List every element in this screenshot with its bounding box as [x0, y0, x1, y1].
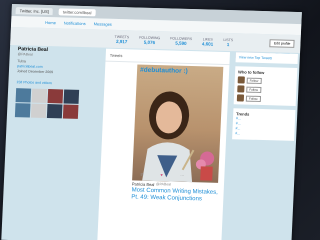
edit-profile-button[interactable]: Edit profile	[269, 39, 295, 48]
profile-joined: Joined December 2009	[16, 69, 54, 75]
nav-notifications[interactable]: Notifications	[64, 20, 86, 26]
stats-list: TWEETS 2,917 FOLLOWING 5,076 FOLLOWERS 5,59…	[114, 34, 234, 46]
stat-likes[interactable]: LIKES 4,601	[202, 37, 214, 46]
photo-thumbnails	[14, 88, 94, 119]
stat-following[interactable]: FOLLOWING 5,076	[139, 35, 160, 45]
timeline-tab-tweets[interactable]: Tweets	[110, 52, 123, 57]
avatar[interactable]	[236, 94, 245, 102]
photo-thumbnail[interactable]	[14, 103, 31, 118]
who-to-follow-panel: Who to follow Follow Follow Follow	[233, 66, 298, 106]
suggestion-row: Follow	[236, 94, 293, 103]
like-icon[interactable]: ♥	[160, 172, 163, 177]
timeline: Tweets #debutauthor :) ⇄ ♥ ⋯ Patricia Be…	[96, 48, 231, 240]
tweet-headline-link[interactable]: Most Common Writing Mistakes, Pt. 49: We…	[131, 187, 222, 204]
photo-thumbnail[interactable]	[47, 89, 64, 104]
photos-link[interactable]: 158 Photos and videos	[16, 80, 94, 86]
trend-item[interactable]: #...	[235, 131, 291, 138]
photo-thumbnail[interactable]	[31, 88, 48, 104]
stat-lists[interactable]: LISTS 1	[223, 37, 233, 46]
photo-thumbnail[interactable]	[62, 104, 79, 119]
photo-thumbnail[interactable]	[63, 89, 80, 104]
suggestion-row: Follow	[237, 85, 293, 94]
author-photo-illustration	[142, 91, 215, 183]
avatar[interactable]	[237, 76, 245, 84]
stat-followers[interactable]: FOLLOWERS 5,590	[170, 36, 192, 46]
retweet-icon[interactable]: ⇄	[140, 172, 144, 177]
nav-home[interactable]: Home	[45, 20, 56, 25]
trends-panel: Trends #... #... #... #...	[232, 108, 296, 141]
avatar[interactable]	[237, 85, 245, 93]
timeline-header: Tweets	[105, 48, 231, 66]
nav-messages[interactable]: Messages	[94, 21, 112, 27]
profile-handle: @PABeal	[17, 52, 33, 57]
top-tweets-panel: View new Top Tweets	[235, 52, 298, 64]
suggestion-row: Follow	[237, 76, 294, 85]
right-sidebar: View new Top Tweets Who to follow Follow…	[232, 52, 298, 145]
monitor-screen: Twitter, Inc. [US] twitter.com/lbeal Hom…	[1, 4, 302, 240]
photo-thumbnail[interactable]	[30, 103, 47, 118]
photo-background: Twitter, Inc. [US] twitter.com/lbeal Hom…	[0, 0, 320, 240]
photo-thumbnail[interactable]	[15, 88, 32, 103]
follow-button[interactable]: Follow	[245, 95, 261, 102]
tweet-author-handle: @PABeal	[155, 182, 172, 187]
follow-button[interactable]: Follow	[246, 86, 262, 93]
photo-thumbnail[interactable]	[46, 104, 63, 119]
profile-sidebar: Patricia Beal @PABeal Tulsa patriciabeal…	[14, 46, 96, 119]
tweet-author-name[interactable]: Patricia Beal	[132, 181, 155, 187]
tweet-media-photo[interactable]: #debutauthor :)	[132, 64, 224, 183]
browser-tab[interactable]: Twitter, Inc. [US]	[15, 6, 53, 15]
follow-button[interactable]: Follow	[246, 77, 262, 84]
profile-meta: Tulsa patriciabeal.com Joined December 2…	[17, 59, 96, 76]
top-tweets-link[interactable]: View new Top Tweets	[239, 55, 273, 60]
address-bar[interactable]: twitter.com/lbeal	[58, 7, 96, 16]
more-icon[interactable]: ⋯	[180, 173, 184, 178]
stat-tweets[interactable]: TWEETS 2,917	[114, 34, 130, 43]
who-to-follow-title: Who to follow	[238, 69, 265, 76]
